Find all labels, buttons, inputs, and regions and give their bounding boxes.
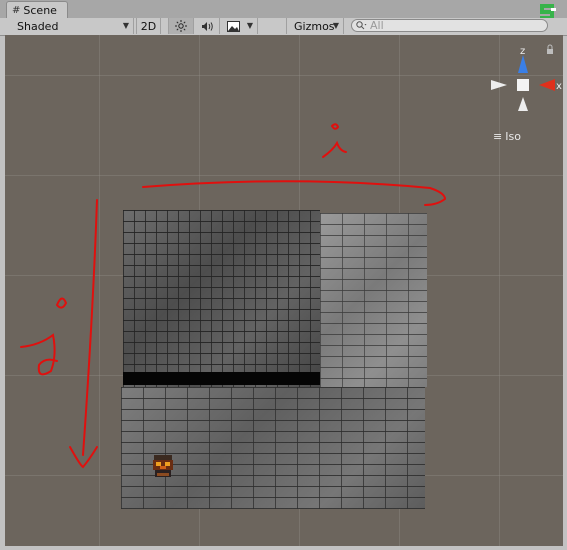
scene-toolbar: Shaded ▼ 2D ▼ Gizmos ▼ All [0,18,567,36]
mode-2d-toggle[interactable]: 2D [136,18,161,34]
audio-toggle[interactable] [195,18,220,34]
projection-toggle[interactable]: ≡ Iso [493,130,521,143]
search-placeholder: All [370,19,384,32]
player-sprite[interactable] [151,453,175,479]
tab-scene[interactable]: # Scene [6,1,68,18]
gizmos-label: Gizmos [294,19,335,33]
search-input[interactable]: All [351,19,548,32]
effects-dropdown[interactable]: ▼ [222,18,258,34]
gizmo-center-cube [517,79,529,91]
gizmos-dropdown[interactable]: Gizmos ▼ [286,18,344,34]
chevron-down-icon: ▼ [332,21,339,30]
chevron-down-icon: ▼ [246,21,253,30]
draw-mode-label: Shaded [17,19,59,33]
gizmo-z-label: z [520,46,525,57]
scene-viewport[interactable]: z x ≡ Iso [5,35,563,546]
sun-icon [175,20,187,32]
draw-mode-dropdown[interactable]: Shaded ▼ [0,18,134,34]
gizmo-neg-x-cone [491,80,507,90]
gizmo-x-cone [539,79,555,91]
tab-bar: # Scene [0,0,567,20]
tab-scene-label: Scene [23,3,57,17]
speaker-icon [201,21,213,31]
wall-bottom [121,387,425,509]
projection-label: Iso [505,130,521,143]
mode-2d-label: 2D [140,19,157,33]
image-icon [227,20,240,32]
wall-top-left [123,210,320,372]
wall-top-right [320,213,427,387]
menu-lines-icon: ≡ [493,130,503,143]
lighting-toggle[interactable] [168,18,194,34]
scene-window: # Scene Shaded ▼ 2D ▼ Gizmos ▼ All z x ≡… [0,0,567,550]
gizmo-x-label: x [556,81,562,92]
search-icon [356,21,367,30]
lock-icon [547,49,553,54]
grid-hash-icon: # [12,4,21,16]
floor-gap [123,372,320,385]
gizmo-y-cone [518,97,528,111]
gizmo-z-cone [518,55,528,73]
chevron-down-icon: ▼ [122,21,129,30]
